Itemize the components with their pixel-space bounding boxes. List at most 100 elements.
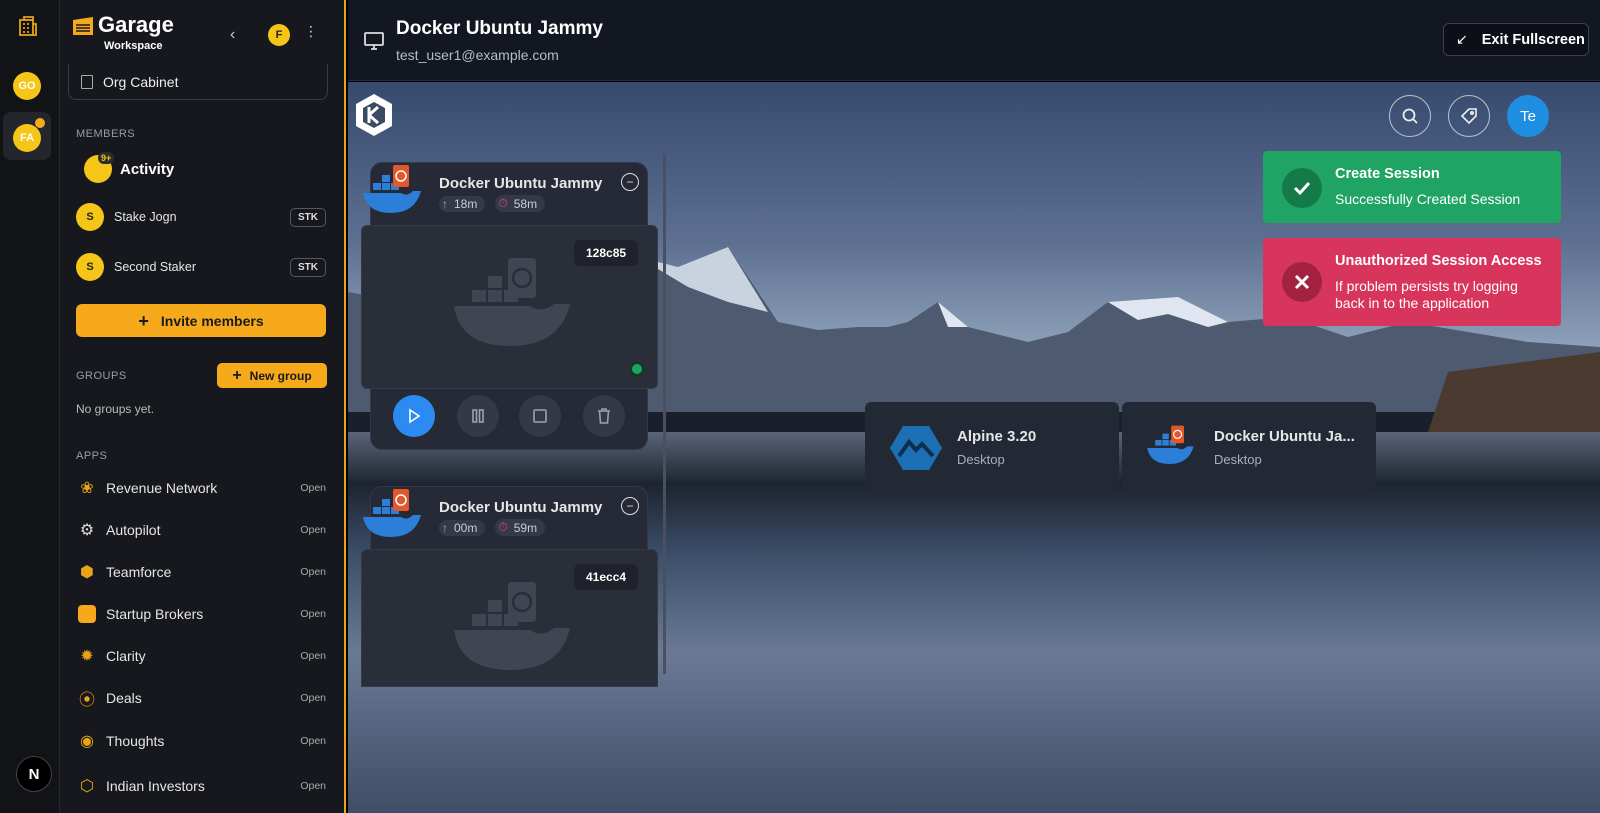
- app-item[interactable]: ❀ Revenue Network Open: [76, 474, 326, 502]
- app-open-link[interactable]: Open: [300, 524, 326, 536]
- activity-item[interactable]: 9+ Activity: [84, 152, 244, 186]
- remaining-pill: ⏱ 59m: [495, 519, 546, 536]
- app-open-link[interactable]: Open: [300, 692, 326, 704]
- pause-button[interactable]: [457, 395, 499, 437]
- app-open-link[interactable]: Open: [300, 780, 326, 792]
- no-groups-text: No groups yet.: [76, 402, 155, 416]
- member-avatar: S: [76, 253, 104, 281]
- deals-icon: ⦿: [78, 692, 95, 709]
- app-open-link[interactable]: Open: [300, 566, 326, 578]
- app-card-alpine[interactable]: Alpine 3.20 Desktop: [865, 402, 1119, 492]
- activity-label: Activity: [120, 160, 175, 178]
- session-meta: ↑ 18m ⏱ 58m: [439, 195, 546, 212]
- tag-icon: [1460, 108, 1477, 125]
- app-item[interactable]: ⦿ Deals Open: [76, 684, 326, 712]
- session-preview[interactable]: 41ecc4: [361, 549, 658, 687]
- docker-watermark-icon: [454, 582, 570, 670]
- network-icon: ❀: [80, 480, 94, 497]
- remaining-value: 58m: [513, 196, 538, 211]
- toast-body: If problem persists try logging back in …: [1335, 278, 1518, 311]
- stop-button[interactable]: [519, 395, 561, 437]
- app-open-link[interactable]: Open: [300, 650, 326, 662]
- member-avatar: S: [76, 203, 104, 231]
- user-avatar-te[interactable]: Te: [1507, 95, 1549, 137]
- exit-fullscreen-button[interactable]: ↙ Exit Fullscreen: [1443, 23, 1589, 56]
- status-dot: [630, 362, 644, 376]
- app-item[interactable]: ⬡ Indian Investors Open: [76, 772, 326, 800]
- workspace-avatar-fa[interactable]: FA: [13, 124, 41, 152]
- org-cabinet-label: Org Cabinet: [103, 73, 179, 90]
- new-group-button[interactable]: + New group: [217, 363, 327, 388]
- member-row[interactable]: S Stake Jogn STK: [76, 200, 326, 234]
- app-name: Revenue Network: [106, 480, 218, 496]
- app-open-link[interactable]: Open: [300, 608, 326, 620]
- toast-success[interactable]: Create Session Successfully Created Sess…: [1263, 151, 1561, 223]
- app-item[interactable]: ◉ Thoughts Open: [76, 727, 326, 755]
- member-tag: STK: [290, 207, 326, 227]
- brand-name: Garage: [98, 12, 174, 37]
- garage-logo-icon: [72, 16, 94, 36]
- app-rail: GO FA N: [0, 0, 60, 813]
- minimize-icon: ↙: [1456, 31, 1468, 47]
- delete-button[interactable]: [583, 395, 625, 437]
- app-item[interactable]: ✹ Clarity Open: [76, 642, 326, 670]
- org-cabinet-button[interactable]: Org Cabinet: [68, 64, 328, 100]
- session-header: Docker Ubuntu Jammy test_user1@example.c…: [348, 0, 1600, 81]
- app-item[interactable]: Startup Brokers Open: [76, 600, 326, 628]
- app-name: Autopilot: [106, 522, 161, 538]
- trash-icon: [598, 408, 610, 424]
- stop-icon: [533, 409, 547, 423]
- search-button[interactable]: [1389, 95, 1431, 137]
- app-open-link[interactable]: Open: [300, 735, 326, 747]
- app-logo-icon: [356, 94, 392, 136]
- member-row[interactable]: S Second Staker STK: [76, 250, 326, 284]
- app-open-link[interactable]: Open: [300, 482, 326, 494]
- timer-icon: ⏱: [498, 196, 508, 210]
- member-name: Second Staker: [114, 260, 196, 274]
- arrow-up-icon: ↑: [442, 520, 448, 535]
- check-circle-icon: [1282, 168, 1322, 208]
- session-id-chip: 128c85: [574, 240, 639, 266]
- toast-error[interactable]: Unauthorized Session Access If problem p…: [1263, 238, 1561, 326]
- member-tag: STK: [290, 257, 326, 277]
- app-item[interactable]: ⬢ Teamforce Open: [76, 558, 326, 586]
- workspace-avatar-go[interactable]: GO: [13, 72, 41, 100]
- session-card[interactable]: Docker Ubuntu Jammy ↑ 18m ⏱ 58m − 128c85: [361, 162, 658, 450]
- app-card-type: Desktop: [1214, 452, 1262, 467]
- tag-button[interactable]: [1448, 95, 1490, 137]
- app-card-title: Alpine 3.20: [957, 428, 1037, 445]
- arrow-up-icon: ↑: [442, 196, 448, 211]
- exit-fullscreen-label: Exit Fullscreen: [1481, 31, 1585, 48]
- more-vertical-icon[interactable]: ⋮: [304, 24, 318, 38]
- n-logo-icon[interactable]: N: [16, 756, 52, 792]
- minimize-session-icon[interactable]: −: [621, 173, 639, 191]
- startup-brokers-icon: [76, 603, 98, 625]
- autopilot-icon: ⚙: [79, 522, 95, 539]
- session-preview[interactable]: 128c85: [361, 225, 658, 389]
- collapse-chevron-icon[interactable]: ‹: [230, 26, 235, 44]
- user-avatar[interactable]: F: [268, 24, 290, 46]
- play-icon: [409, 408, 421, 424]
- desktop-area: Te Docker Ubuntu Jammy ↑ 18m ⏱ 58m − 128c8…: [348, 82, 1600, 813]
- docker-watermark-icon: [454, 258, 570, 346]
- uptime-pill: ↑ 00m: [439, 519, 486, 536]
- session-title: Docker Ubuntu Jammy: [439, 175, 603, 192]
- uptime-value: 00m: [454, 520, 478, 535]
- app-item[interactable]: ⚙ Autopilot Open: [76, 516, 326, 544]
- activity-badge: 9+: [98, 152, 115, 164]
- app-name: Deals: [106, 690, 142, 706]
- uptime-value: 18m: [454, 196, 478, 211]
- apps-heading: APPS: [76, 450, 108, 462]
- play-button[interactable]: [393, 395, 435, 437]
- session-card[interactable]: Docker Ubuntu Jammy ↑ 00m ⏱ 59m − 41ecc4: [361, 486, 658, 687]
- building-icon[interactable]: [16, 14, 40, 38]
- groups-heading: GROUPS: [76, 370, 127, 382]
- activity-icon: 9+: [84, 152, 115, 183]
- invite-members-button[interactable]: + Invite members: [76, 304, 326, 337]
- remaining-pill: ⏱ 58m: [495, 195, 546, 212]
- session-id-chip: 41ecc4: [574, 564, 639, 590]
- docker-ubuntu-icon: [363, 489, 421, 537]
- app-card-docker-ubuntu[interactable]: Docker Ubuntu Ja... Desktop: [1122, 402, 1376, 492]
- minimize-session-icon[interactable]: −: [621, 497, 639, 515]
- plus-icon: +: [232, 366, 242, 384]
